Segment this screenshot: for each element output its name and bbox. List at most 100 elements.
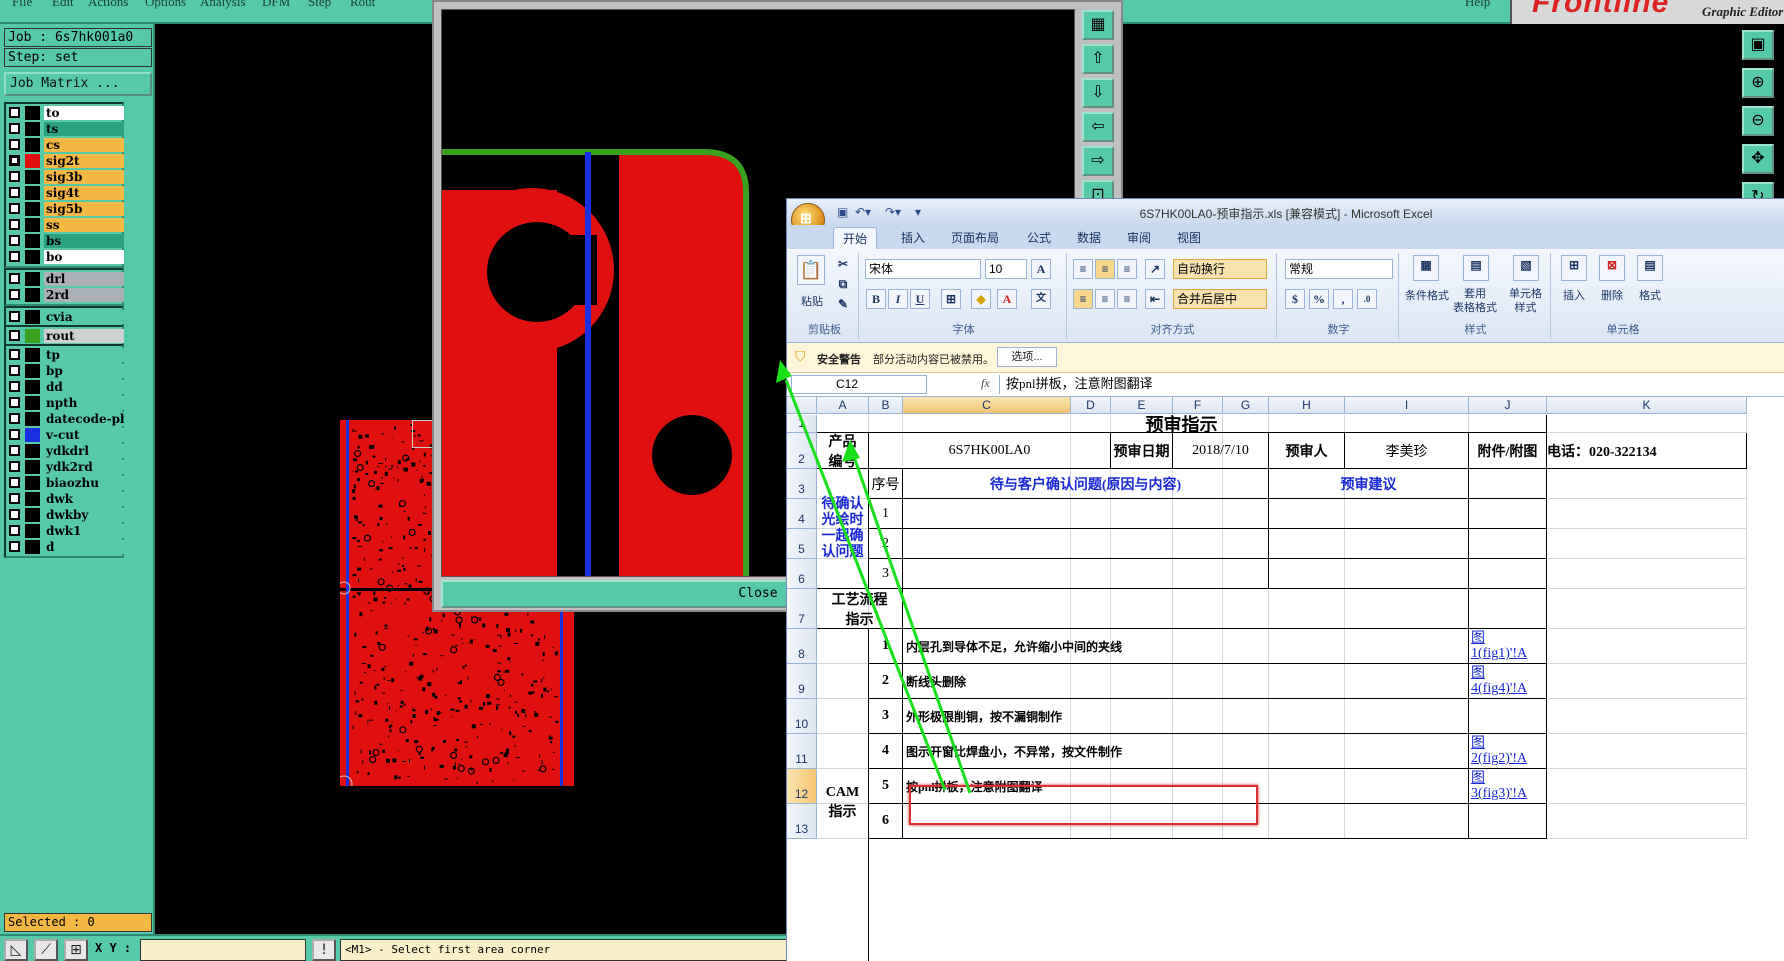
zoom-left-icon[interactable]: ⇦ bbox=[1082, 112, 1114, 142]
layer-name[interactable]: dwk1 bbox=[44, 524, 124, 538]
column-header-A[interactable]: A bbox=[817, 397, 869, 414]
layer-color-swatch[interactable] bbox=[25, 122, 40, 136]
layer-checkbox[interactable] bbox=[9, 525, 20, 536]
confirm-row-suggestion[interactable] bbox=[1269, 529, 1469, 559]
font-color-icon[interactable]: A bbox=[997, 289, 1017, 309]
column-header-C[interactable]: C bbox=[903, 397, 1071, 414]
layer-row-cs[interactable]: cs bbox=[6, 137, 124, 153]
bold-icon[interactable]: B bbox=[866, 289, 886, 309]
grid-cell[interactable] bbox=[1547, 415, 1747, 433]
row-header-13[interactable]: 13 bbox=[787, 804, 817, 839]
layer-color-swatch[interactable] bbox=[25, 492, 40, 506]
layer-row-bs[interactable]: bs bbox=[6, 233, 124, 249]
grid-cell[interactable] bbox=[1547, 499, 1747, 529]
row-header-5[interactable]: 5 bbox=[787, 529, 817, 559]
format-painter-icon[interactable]: ✎ bbox=[833, 295, 853, 315]
column-header-D[interactable]: D bbox=[1071, 397, 1111, 414]
layer-checkbox[interactable] bbox=[9, 477, 20, 488]
column-header-G[interactable]: G bbox=[1223, 397, 1269, 414]
layer-name[interactable]: biaozhu bbox=[44, 476, 124, 490]
confirm-row-suggestion[interactable] bbox=[1269, 559, 1469, 589]
column-header-I[interactable]: I bbox=[1345, 397, 1469, 414]
insert-cells-icon[interactable]: ⊞ bbox=[1561, 255, 1587, 281]
table-format-icon[interactable]: ▤ bbox=[1463, 255, 1489, 281]
cam-row-no[interactable]: 2 bbox=[869, 664, 903, 699]
layer-checkbox[interactable] bbox=[9, 349, 20, 360]
cam-row-text[interactable]: 断线头删除 bbox=[903, 664, 1469, 699]
tab-page-layout[interactable]: 页面布局 bbox=[951, 229, 999, 246]
layer-checkbox[interactable] bbox=[9, 251, 20, 262]
grid-icon[interactable]: ⊞ bbox=[64, 939, 88, 961]
menu-help[interactable]: Help bbox=[1465, 0, 1490, 10]
layer-checkbox[interactable] bbox=[9, 273, 20, 284]
layer-name[interactable]: ydkdrl bbox=[44, 444, 124, 458]
layer-name[interactable]: sig2t bbox=[44, 154, 124, 168]
layer-name[interactable]: ss bbox=[44, 218, 124, 232]
review-date-value[interactable]: 2018/7/10 bbox=[1173, 433, 1269, 469]
tab-view[interactable]: 视图 bbox=[1177, 229, 1201, 246]
grid-cell[interactable] bbox=[1547, 529, 1747, 559]
copy-icon[interactable]: ⧉ bbox=[833, 275, 853, 295]
phone[interactable]: 电话：020-322134 bbox=[1547, 433, 1747, 469]
layer-checkbox[interactable] bbox=[9, 311, 20, 322]
layer-color-swatch[interactable] bbox=[25, 202, 40, 216]
layer-row-ydk2rd[interactable]: ydk2rd bbox=[6, 459, 124, 475]
cam-row-link[interactable]: 图 3(fig3)'!A bbox=[1469, 769, 1547, 804]
layer-name[interactable]: ydk2rd bbox=[44, 460, 124, 474]
align-top-icon[interactable]: ≡ bbox=[1073, 259, 1093, 279]
layer-color-swatch[interactable] bbox=[25, 508, 40, 522]
cell-style-icon[interactable]: ▧ bbox=[1513, 255, 1539, 281]
zoom-right-icon[interactable]: ⇨ bbox=[1082, 146, 1114, 176]
layer-row-bo[interactable]: bo bbox=[6, 249, 124, 265]
conditional-format-icon[interactable]: ▦ bbox=[1413, 255, 1439, 281]
confirm-label[interactable]: 待确认 光绘时 一起确 认问题 bbox=[817, 469, 869, 589]
table-format-label[interactable]: 套用 表格格式 bbox=[1453, 287, 1497, 315]
layer-color-swatch[interactable] bbox=[25, 186, 40, 200]
layer-color-swatch[interactable] bbox=[25, 540, 40, 554]
cam-row-text[interactable]: 外形极限削铜，按不漏铜制作 bbox=[903, 699, 1469, 734]
paste-icon[interactable]: 📋 bbox=[797, 255, 825, 285]
layer-row-dwk1[interactable]: dwk1 bbox=[6, 523, 124, 539]
layer-name[interactable]: dd bbox=[44, 380, 124, 394]
seq-label[interactable]: 序号 bbox=[869, 469, 903, 499]
layer-color-swatch[interactable] bbox=[25, 288, 40, 302]
confirm-row-suggestion[interactable] bbox=[1269, 499, 1469, 529]
product-value[interactable]: 6S7HK00LA0 bbox=[869, 433, 1111, 469]
layer-checkbox[interactable] bbox=[9, 155, 20, 166]
suggestion-label[interactable]: 预审建议 bbox=[1269, 469, 1469, 499]
tab-home[interactable]: 开始 bbox=[833, 227, 878, 249]
tab-formulas[interactable]: 公式 bbox=[1027, 229, 1051, 246]
fx-icon[interactable]: fx bbox=[981, 376, 990, 391]
security-options-button[interactable]: 选项... bbox=[997, 347, 1057, 367]
cam-label[interactable]: CAM 指示 bbox=[817, 629, 869, 961]
process-attachment[interactable] bbox=[1469, 589, 1547, 629]
format-cells-icon[interactable]: ▤ bbox=[1637, 255, 1663, 281]
delete-cells-icon[interactable]: ⊠ bbox=[1599, 255, 1625, 281]
menu-file[interactable]: File bbox=[12, 0, 32, 10]
paste-label[interactable]: 粘贴 bbox=[801, 293, 823, 309]
confirm-row-issue[interactable] bbox=[903, 529, 1269, 559]
layer-color-swatch[interactable] bbox=[25, 380, 40, 394]
cam-row-link[interactable]: 图 1(fig1)'!A bbox=[1469, 629, 1547, 664]
process-label[interactable]: 工艺流程 指示 bbox=[817, 589, 903, 629]
align-right-icon[interactable]: ≡ bbox=[1117, 289, 1137, 309]
row-header-4[interactable]: 4 bbox=[787, 499, 817, 529]
cam-row-no[interactable]: 4 bbox=[869, 734, 903, 769]
phonetic-icon[interactable]: 文 bbox=[1031, 289, 1051, 309]
layer-row-sig5b[interactable]: sig5b bbox=[6, 201, 124, 217]
layer-checkbox[interactable] bbox=[9, 330, 20, 341]
grid-cell[interactable] bbox=[1547, 769, 1747, 804]
formula-input[interactable]: 按pnl拼板，注意附图翻译 bbox=[999, 375, 1784, 394]
layer-name[interactable]: dwkby bbox=[44, 508, 124, 522]
layer-checkbox[interactable] bbox=[9, 381, 20, 392]
layer-row-bp[interactable]: bp bbox=[6, 363, 124, 379]
column-header-J[interactable]: J bbox=[1469, 397, 1547, 414]
confirm-row-attachment[interactable] bbox=[1469, 559, 1547, 589]
zoom-fit-icon[interactable]: ▦ bbox=[1082, 10, 1114, 40]
xy-input[interactable] bbox=[140, 939, 306, 961]
confirm-row-issue[interactable] bbox=[903, 559, 1269, 589]
menu-analysis[interactable]: Analysis bbox=[200, 0, 246, 10]
layer-row-dwk[interactable]: dwk bbox=[6, 491, 124, 507]
menu-dfm[interactable]: DFM bbox=[262, 0, 290, 10]
layer-row-sig2t[interactable]: sig2t bbox=[6, 153, 124, 169]
